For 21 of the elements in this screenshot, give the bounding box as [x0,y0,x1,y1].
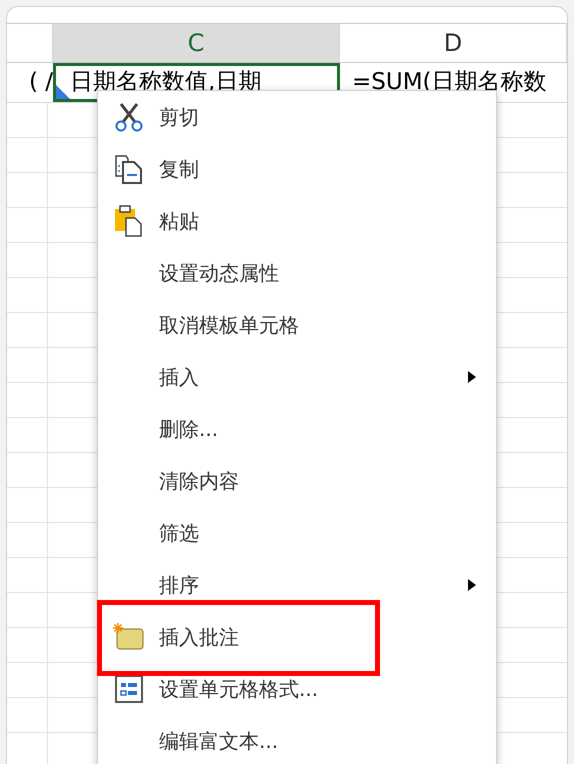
menu-item[interactable]: 粘贴 [98,195,496,247]
menu-item[interactable]: 设置单元格格式... [98,663,496,715]
menu-item[interactable]: 筛选 [98,507,496,559]
scissors-icon [114,102,144,132]
fill-handle-icon [56,85,70,99]
format-cells-icon [114,675,142,703]
submenu-arrow-icon [468,579,476,591]
copy-icon [114,154,144,184]
table-cell[interactable]: ( / [7,63,53,102]
paste-icon [114,205,144,237]
menu-item[interactable]: 复制 [98,143,496,195]
menu-item[interactable]: 编辑富文本... [98,715,496,764]
menu-item[interactable]: 插入 [98,351,496,403]
column-header[interactable]: C [53,24,340,62]
menu-item[interactable]: 删除... [98,403,496,455]
menu-item[interactable]: 清除内容 [98,455,496,507]
comment-icon [112,623,144,651]
menu-item[interactable]: 设置动态属性 [98,247,496,299]
menu-item[interactable]: 取消模板单元格 [98,299,496,351]
menu-item[interactable]: 排序 [98,559,496,611]
submenu-arrow-icon [468,371,476,383]
